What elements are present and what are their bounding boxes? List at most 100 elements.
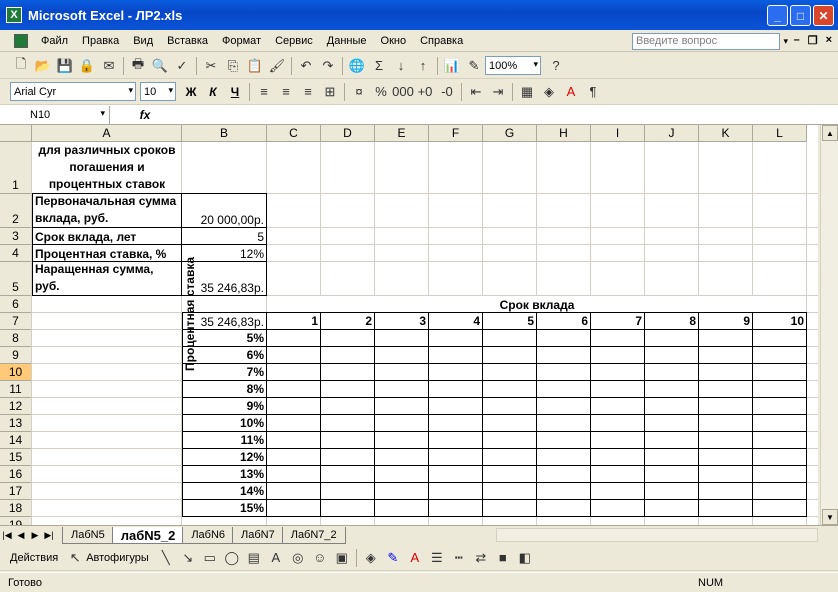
chart-wizard-icon[interactable]: 📊 — [441, 55, 463, 77]
sort-desc-icon[interactable]: ↑ — [412, 55, 434, 77]
worksheet-grid[interactable]: A B C D E F G H I J K L 1 2 3 4 5 6 7 8 9 10 11 12 13 14 15 16 17 18 1… — [0, 125, 818, 525]
zoom-select[interactable]: 100% — [485, 56, 541, 75]
line-color-icon[interactable]: ✎ — [382, 547, 404, 569]
decrease-decimal-icon[interactable]: -0 — [436, 81, 458, 103]
spelling-icon[interactable]: ✓ — [171, 55, 193, 77]
autosum-icon[interactable]: Σ — [368, 55, 390, 77]
wordart-icon[interactable]: A — [265, 547, 287, 569]
fill-color-icon[interactable]: ◈ — [538, 81, 560, 103]
redo-icon[interactable]: ↷ — [317, 55, 339, 77]
rate-11[interactable]: 15% — [183, 500, 266, 516]
align-center-icon[interactable]: ≡ — [275, 81, 297, 103]
fill-icon[interactable]: ◈ — [360, 547, 382, 569]
sheet-tab[interactable]: ЛабN5 — [62, 526, 114, 544]
text-color-icon[interactable]: A — [404, 547, 426, 569]
cell-b3[interactable]: 5 — [183, 228, 266, 245]
fx-icon[interactable]: fx — [110, 106, 180, 124]
save-icon[interactable]: 💾 — [54, 55, 76, 77]
drawing-icon[interactable]: ✎ — [463, 55, 485, 77]
autoshapes-menu[interactable]: Автофигуры — [86, 552, 149, 564]
print-preview-icon[interactable]: 🔍 — [149, 55, 171, 77]
menu-view[interactable]: Вид — [126, 35, 160, 47]
font-name-select[interactable]: Arial Cyr — [10, 82, 136, 101]
menu-tools[interactable]: Сервис — [268, 35, 320, 47]
doc-restore-button[interactable]: ❐ — [808, 34, 818, 47]
scroll-down-icon[interactable]: ▼ — [822, 509, 838, 525]
row-header-17[interactable]: 17 — [0, 483, 32, 500]
term-header[interactable]: Срок вклада — [268, 296, 806, 313]
new-icon[interactable]: 🗋 — [10, 55, 32, 77]
rate-10[interactable]: 14% — [183, 483, 266, 499]
formula-input[interactable] — [180, 106, 838, 124]
row-header-18[interactable]: 18 — [0, 500, 32, 517]
rate-8[interactable]: 12% — [183, 449, 266, 465]
currency-icon[interactable]: ¤ — [348, 81, 370, 103]
sheet-tab[interactable]: ЛабN7_2 — [281, 526, 346, 544]
cell-a4[interactable]: Процентная ставка, % — [33, 245, 181, 262]
vertical-scrollbar[interactable]: ▲ ▼ — [820, 125, 838, 525]
increase-decimal-icon[interactable]: +0 — [414, 81, 436, 103]
row-header-6[interactable]: 6 — [0, 296, 32, 313]
doc-close-button[interactable]: × — [826, 34, 832, 47]
column-header-j[interactable]: J — [645, 125, 699, 142]
cell-a3[interactable]: Срок вклада, лет — [33, 228, 181, 245]
excel-icon[interactable]: X — [6, 7, 22, 23]
menu-insert[interactable]: Вставка — [160, 35, 215, 47]
cell-b2[interactable]: 20 000,00р. — [183, 194, 266, 228]
rate-5[interactable]: 9% — [183, 398, 266, 414]
borders-icon[interactable]: ▦ — [516, 81, 538, 103]
font-size-select[interactable]: 10 — [140, 82, 176, 101]
column-header-c[interactable]: C — [267, 125, 321, 142]
rate-4[interactable]: 8% — [183, 381, 266, 397]
percent-icon[interactable]: % — [370, 81, 392, 103]
cell-a5[interactable]: Наращенная сумма, руб. — [33, 262, 181, 296]
term-7[interactable]: 7 — [591, 313, 644, 329]
select-objects-icon[interactable]: ↖ — [64, 547, 86, 569]
minimize-button[interactable]: _ — [767, 5, 788, 26]
prev-sheet-icon[interactable]: ◀ — [14, 530, 28, 541]
3d-icon[interactable]: ◧ — [514, 547, 536, 569]
rectangle-icon[interactable]: ▭ — [199, 547, 221, 569]
row-header-9[interactable]: 9 — [0, 347, 32, 364]
row-header-3[interactable]: 3 — [0, 228, 32, 245]
scroll-up-icon[interactable]: ▲ — [822, 125, 838, 141]
row-header-8[interactable]: 8 — [0, 330, 32, 347]
arrow-style-icon[interactable]: ⇄ — [470, 547, 492, 569]
cell-a1[interactable]: Расчет суммы вклада для различных сроков… — [34, 142, 180, 194]
term-10[interactable]: 10 — [753, 313, 806, 329]
line-icon[interactable]: ╲ — [155, 547, 177, 569]
hyperlink-icon[interactable]: 🌐 — [346, 55, 368, 77]
row-header-12[interactable]: 12 — [0, 398, 32, 415]
column-header-k[interactable]: K — [699, 125, 753, 142]
menu-data[interactable]: Данные — [320, 35, 374, 47]
row-header-14[interactable]: 14 — [0, 432, 32, 449]
copy-icon[interactable]: ⎘ — [222, 55, 244, 77]
paste-icon[interactable]: 📋 — [244, 55, 266, 77]
term-2[interactable]: 2 — [321, 313, 374, 329]
last-sheet-icon[interactable]: ▶| — [42, 530, 56, 541]
rate-6[interactable]: 10% — [183, 415, 266, 431]
help-icon[interactable]: ? — [545, 55, 567, 77]
doc-minimize-button[interactable]: – — [794, 34, 800, 47]
clipart-icon[interactable]: ☺ — [309, 547, 331, 569]
sheet-tab[interactable]: ЛабN7 — [232, 526, 284, 544]
ask-question-input[interactable]: Введите вопрос — [632, 33, 780, 50]
column-header-l[interactable]: L — [753, 125, 807, 142]
paragraph-icon[interactable]: ¶ — [582, 81, 604, 103]
sort-asc-icon[interactable]: ↓ — [390, 55, 412, 77]
next-sheet-icon[interactable]: ▶ — [28, 530, 42, 541]
menu-help[interactable]: Справка — [413, 35, 470, 47]
thousands-icon[interactable]: 000 — [392, 81, 414, 103]
horizontal-scrollbar[interactable] — [496, 528, 818, 542]
term-8[interactable]: 8 — [645, 313, 698, 329]
row-header-4[interactable]: 4 — [0, 245, 32, 262]
decrease-indent-icon[interactable]: ⇤ — [465, 81, 487, 103]
maximize-button[interactable]: □ — [790, 5, 811, 26]
row-header-10[interactable]: 10 — [0, 364, 32, 381]
row-header-16[interactable]: 16 — [0, 466, 32, 483]
select-all-corner[interactable] — [0, 125, 32, 142]
actions-menu[interactable]: Действия — [10, 552, 58, 564]
align-right-icon[interactable]: ≡ — [297, 81, 319, 103]
rate-7[interactable]: 11% — [183, 432, 266, 448]
menu-file[interactable]: Файл — [34, 35, 75, 47]
